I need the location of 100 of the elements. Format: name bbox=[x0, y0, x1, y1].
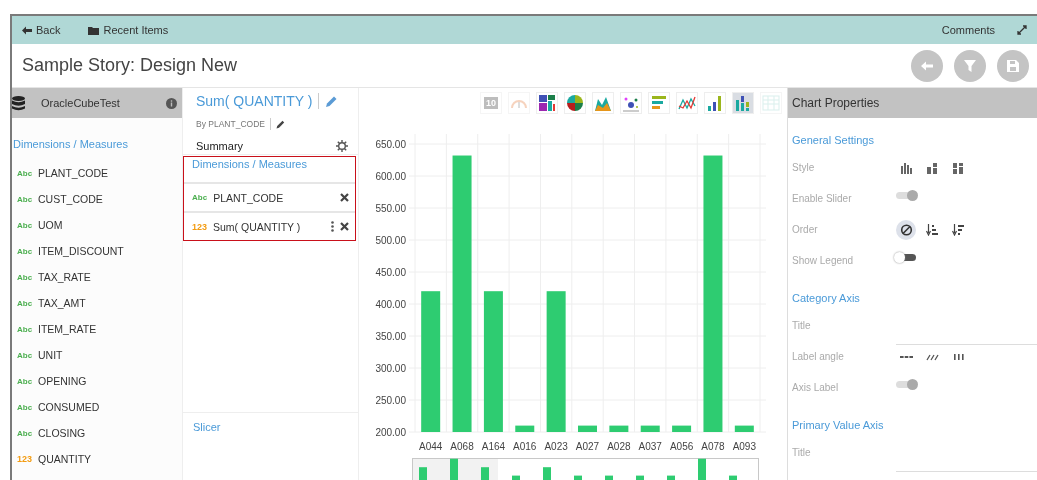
property-label: Title bbox=[792, 447, 812, 458]
field-item[interactable]: 123 QUANTITY bbox=[12, 446, 182, 472]
bar[interactable] bbox=[734, 425, 754, 432]
bar[interactable] bbox=[703, 155, 723, 432]
sort-descending-icon bbox=[951, 223, 965, 236]
bar[interactable] bbox=[421, 291, 441, 432]
x-tick-label: A164 bbox=[481, 441, 506, 452]
back-link[interactable]: Back bbox=[22, 24, 61, 36]
close-icon[interactable] bbox=[340, 193, 349, 202]
filter-icon bbox=[964, 59, 976, 72]
field-row[interactable]: 123 Sum( QUANTITY ) bbox=[184, 211, 355, 240]
section-heading: Category Axis bbox=[791, 291, 861, 306]
property-label: Show Legend bbox=[792, 255, 855, 266]
bar[interactable] bbox=[672, 425, 692, 432]
bar[interactable] bbox=[609, 425, 629, 432]
widget-title: Sum( QUANTITY ) bbox=[196, 93, 313, 109]
x-tick-label: A068 bbox=[450, 441, 474, 452]
info-icon[interactable] bbox=[166, 97, 177, 109]
section-heading: General Settings bbox=[791, 133, 875, 148]
dashes-icon bbox=[899, 355, 913, 358]
bar[interactable] bbox=[483, 291, 503, 432]
widget-subtitle: By PLANT_CODE bbox=[196, 119, 265, 129]
line-chart-icon bbox=[678, 94, 696, 112]
database-icon bbox=[12, 95, 25, 111]
stacked-bar-chart-icon bbox=[734, 94, 752, 112]
field-item[interactable]: Abc CUST_CODE bbox=[12, 186, 182, 212]
source-name: OracleCubeTest bbox=[41, 97, 120, 109]
chart-type-button[interactable] bbox=[565, 93, 585, 113]
field-item[interactable]: Abc CONSUMED bbox=[12, 394, 182, 420]
field-item[interactable]: Abc ITEM_DISCOUNT bbox=[12, 238, 182, 264]
field-row[interactable]: Abc PLANT_CODE bbox=[184, 182, 355, 211]
range-slider[interactable] bbox=[412, 458, 759, 480]
sort-ascending-icon bbox=[925, 223, 939, 236]
table-icon bbox=[762, 94, 780, 112]
chart-type-button[interactable] bbox=[677, 93, 697, 113]
x-tick-label: A056 bbox=[669, 441, 694, 452]
save-button[interactable] bbox=[997, 49, 1029, 82]
folder-icon bbox=[88, 25, 100, 35]
property-label: Axis Label bbox=[792, 382, 840, 393]
toggle-switch[interactable] bbox=[896, 381, 916, 388]
field-item[interactable]: Abc OPENING bbox=[12, 368, 182, 394]
slicer-heading: Slicer bbox=[193, 421, 221, 433]
panel-header: Chart Properties bbox=[788, 88, 1037, 118]
y-tick-label: 300.00 bbox=[375, 363, 406, 374]
treemap-icon bbox=[538, 94, 556, 112]
option-button[interactable] bbox=[896, 219, 916, 240]
field-item[interactable]: Abc UOM bbox=[12, 212, 182, 238]
chart-type-button[interactable] bbox=[537, 93, 557, 113]
property-label: Order bbox=[792, 224, 819, 235]
property-label: Label angle bbox=[792, 351, 845, 362]
property-label: Enable Slider bbox=[792, 193, 853, 204]
property-label: Title bbox=[792, 320, 812, 331]
field-item[interactable]: Abc TAX_RATE bbox=[12, 264, 182, 290]
back-arrow-icon bbox=[921, 60, 933, 71]
close-icon[interactable] bbox=[340, 222, 349, 231]
save-icon bbox=[1007, 59, 1019, 72]
field-item[interactable]: Abc PLANT_CODE bbox=[12, 160, 182, 186]
kebab-menu-icon[interactable] bbox=[331, 221, 334, 232]
horizontal-bar-chart-icon bbox=[650, 94, 668, 112]
x-tick-label: A028 bbox=[607, 441, 631, 452]
x-tick-label: A023 bbox=[544, 441, 568, 452]
x-tick-label: A093 bbox=[732, 441, 756, 452]
x-tick-label: A044 bbox=[419, 441, 443, 452]
settings-icon[interactable] bbox=[336, 140, 348, 152]
field-item[interactable]: Abc ITEM_RATE bbox=[12, 316, 182, 342]
bar[interactable] bbox=[452, 155, 472, 432]
y-tick-label: 400.00 bbox=[375, 299, 406, 310]
recent-items-link[interactable]: Recent Items bbox=[88, 24, 169, 36]
section-heading: Primary Value Axis bbox=[791, 418, 885, 433]
field-item[interactable]: Abc UNIT bbox=[12, 342, 182, 368]
chart-type-button[interactable] bbox=[733, 93, 753, 113]
y-tick-label: 250.00 bbox=[375, 395, 406, 406]
pie-chart-icon bbox=[566, 94, 584, 112]
bar[interactable] bbox=[515, 425, 535, 432]
field-item[interactable]: Abc TAX_AMT bbox=[12, 290, 182, 316]
filter-button[interactable] bbox=[954, 49, 986, 82]
y-tick-label: 550.00 bbox=[375, 203, 406, 214]
bar[interactable] bbox=[640, 425, 660, 432]
pencil-icon[interactable] bbox=[275, 119, 285, 129]
grouped-bars-icon bbox=[899, 161, 913, 174]
expand-icon[interactable] bbox=[1017, 25, 1027, 35]
full-stacked-bars-icon bbox=[951, 161, 965, 174]
comments-link[interactable]: Comments bbox=[941, 24, 995, 36]
toggle-switch[interactable] bbox=[896, 192, 916, 199]
y-tick-label: 350.00 bbox=[375, 331, 406, 342]
toggle-switch[interactable] bbox=[896, 254, 916, 261]
section-heading: Dimensions / Measures bbox=[191, 157, 308, 172]
summary-label: Summary bbox=[196, 140, 244, 152]
field-item[interactable]: Abc CLOSING bbox=[12, 420, 182, 446]
y-tick-label: 500.00 bbox=[375, 235, 406, 246]
x-tick-label: A037 bbox=[638, 441, 662, 452]
y-tick-label: 650.00 bbox=[375, 139, 406, 150]
x-tick-label: A078 bbox=[701, 441, 725, 452]
back-button[interactable] bbox=[911, 49, 943, 82]
stacked-bars-icon bbox=[925, 161, 939, 174]
bar[interactable] bbox=[578, 425, 597, 432]
y-tick-label: 450.00 bbox=[375, 267, 406, 278]
bar[interactable] bbox=[546, 291, 566, 432]
y-tick-label: 600.00 bbox=[375, 171, 406, 182]
bar-chart-icon bbox=[706, 94, 724, 112]
